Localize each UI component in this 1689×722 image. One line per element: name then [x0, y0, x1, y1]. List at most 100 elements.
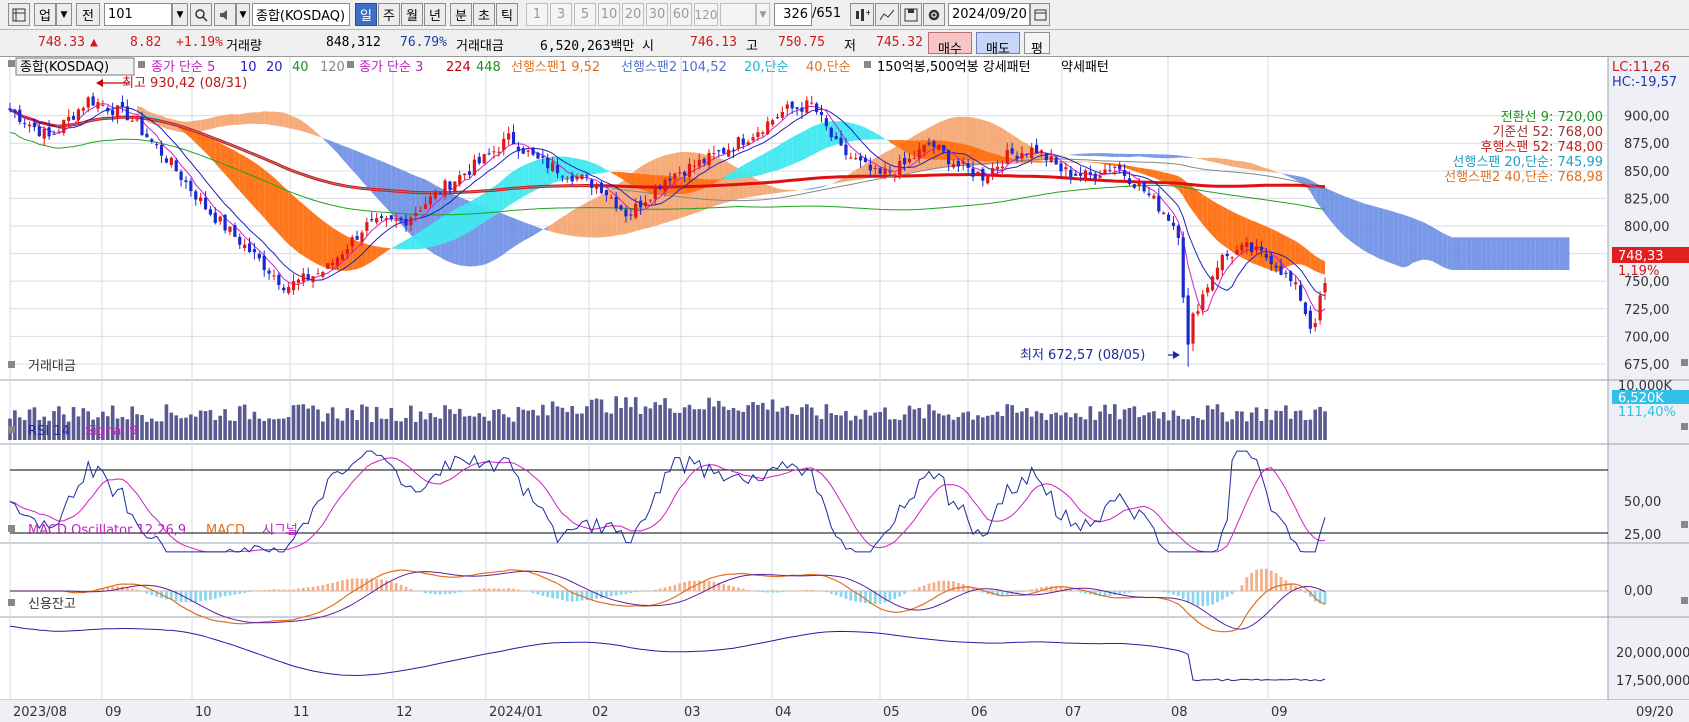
macd-osc-bar: [673, 584, 677, 591]
minute-60[interactable]: 60: [670, 3, 692, 26]
period-minute[interactable]: 분: [450, 3, 472, 26]
cloud-segment: [1491, 237, 1497, 271]
speaker-dropdown-icon[interactable]: ▼: [236, 3, 250, 26]
amount-bar: [174, 415, 179, 440]
candle-body: [57, 131, 61, 133]
eval-button[interactable]: 평: [1024, 32, 1050, 57]
credit-title[interactable]: 신용잔고: [28, 597, 76, 612]
macd-osc-bar: [1220, 591, 1224, 600]
amount-bar: [1083, 419, 1088, 440]
legend-index[interactable]: 종합(KOSDAQ): [20, 60, 109, 75]
period-second-label: 초: [478, 9, 490, 24]
candle-body: [1294, 282, 1298, 285]
buy-button[interactable]: 매수: [928, 32, 972, 57]
legend-span1[interactable]: 선행스팬1 9,52: [511, 59, 600, 75]
legend-ma-long-label[interactable]: 종가 단순 3: [359, 60, 423, 75]
legend-weak[interactable]: 약세패턴: [1061, 60, 1109, 75]
candle-body: [736, 137, 740, 149]
legend-pattern[interactable]: 150억봉,500억봉 강세패턴: [877, 60, 1031, 75]
hts-chart-window: 업 ▼ 전 101 ▼ ▼ 종합(KOSDAQ) 일 주 월 년 분 초 틱 1…: [0, 0, 1689, 722]
low-annotation-text: 최저 672,57 (08/05): [1020, 348, 1145, 363]
speaker-icon[interactable]: [214, 3, 236, 26]
candle-body: [213, 212, 217, 223]
candle-body: [653, 186, 657, 200]
gear-icon[interactable]: [923, 3, 945, 26]
minute-10[interactable]: 10: [598, 3, 620, 26]
minute-3[interactable]: 3: [550, 3, 572, 26]
amount-panel-title[interactable]: 거래대금: [28, 359, 76, 374]
rsi-title[interactable]: RSI 14: [28, 424, 70, 439]
period-week[interactable]: 주: [378, 3, 400, 26]
amount-bar: [184, 417, 188, 440]
rsi-tick-50: 50,00: [1624, 495, 1661, 510]
chart-area[interactable]: 종합(KOSDAQ) 종가 단순 5 10 20 40 120 종가 단순 3 …: [0, 57, 1689, 722]
cloud-segment: [1442, 232, 1448, 269]
add-indicator-icon[interactable]: +: [850, 3, 874, 26]
period-year[interactable]: 년: [424, 3, 446, 26]
macd-osc-bar: [1186, 591, 1190, 603]
cloud-segment: [1412, 218, 1418, 263]
minute-20[interactable]: 20: [622, 3, 644, 26]
legend-span2[interactable]: 선행스팬2 104,52: [621, 59, 727, 75]
custom-period-dropdown-icon[interactable]: ▼: [756, 3, 770, 26]
minute-1[interactable]: 1: [526, 3, 548, 26]
candle-body: [717, 150, 721, 152]
date-input[interactable]: 2024/09/20: [948, 3, 1030, 26]
amount-bar: [585, 406, 589, 440]
rsi-signal-title[interactable]: Signal 9: [85, 424, 137, 439]
prev-button[interactable]: 전: [76, 3, 100, 26]
custom-period-field[interactable]: [720, 3, 756, 26]
period-month[interactable]: 월: [401, 3, 423, 26]
ribbon-segment: [220, 143, 226, 175]
minute-120[interactable]: 120: [694, 3, 718, 26]
cloud-segment: [1544, 237, 1550, 271]
code-dropdown-icon[interactable]: ▼: [172, 3, 188, 26]
amount-bar: [673, 412, 677, 440]
minute-5[interactable]: 5: [574, 3, 596, 26]
period-tick[interactable]: 틱: [496, 3, 518, 26]
amount-bar: [589, 399, 594, 440]
amount-bar: [692, 409, 697, 440]
macd-signal-label[interactable]: 시그널: [262, 523, 298, 538]
macd-osc-bar: [135, 589, 139, 591]
macd-osc-bar: [722, 584, 726, 591]
amount-bar: [765, 409, 770, 440]
trend-line-icon[interactable]: [875, 3, 899, 26]
macd-title[interactable]: MACD Oscillator 12,26,9: [28, 523, 186, 538]
market-dropdown-icon[interactable]: ▼: [56, 3, 72, 26]
chart-canvas[interactable]: 종합(KOSDAQ) 종가 단순 5 10 20 40 120 종가 단순 3 …: [0, 57, 1689, 722]
candle-body: [1220, 254, 1224, 271]
code-input[interactable]: 101: [104, 3, 172, 26]
sell-button[interactable]: 매도: [976, 32, 1020, 57]
candle-body: [360, 232, 364, 243]
macd-osc-bar: [243, 591, 247, 593]
amount-bar: [629, 407, 633, 440]
candle-body: [125, 106, 129, 121]
calendar-icon[interactable]: [1030, 3, 1050, 26]
search-icon[interactable]: [190, 3, 212, 26]
amount-bar: [863, 409, 868, 440]
save-icon[interactable]: [900, 3, 922, 26]
cloud-segment: [1339, 194, 1345, 237]
legend-s40[interactable]: 40,단순: [806, 60, 851, 75]
chart-settings-icon[interactable]: [8, 3, 30, 26]
ribbon-segment: [298, 200, 304, 256]
macd-osc-bar: [1201, 591, 1205, 607]
market-select[interactable]: 업: [34, 3, 56, 26]
amount-bar: [682, 407, 687, 440]
macd-osc-bar: [1230, 591, 1234, 595]
cloud-segment: [1447, 235, 1453, 271]
legend-s20[interactable]: 20,단순: [744, 60, 789, 75]
minute-30[interactable]: 30: [646, 3, 668, 26]
amount-bar: [218, 415, 223, 440]
period-day[interactable]: 일: [355, 3, 377, 26]
amount-bar: [1308, 419, 1313, 440]
macd-osc-bar: [194, 591, 198, 603]
period-second[interactable]: 초: [473, 3, 495, 26]
legend-ma-label[interactable]: 종가 단순 5: [151, 60, 215, 75]
macd-label[interactable]: MACD: [206, 523, 245, 538]
candle-body: [52, 133, 56, 135]
candle-body: [414, 212, 418, 216]
count-input[interactable]: 326: [774, 3, 812, 26]
candle-body: [1245, 242, 1249, 247]
